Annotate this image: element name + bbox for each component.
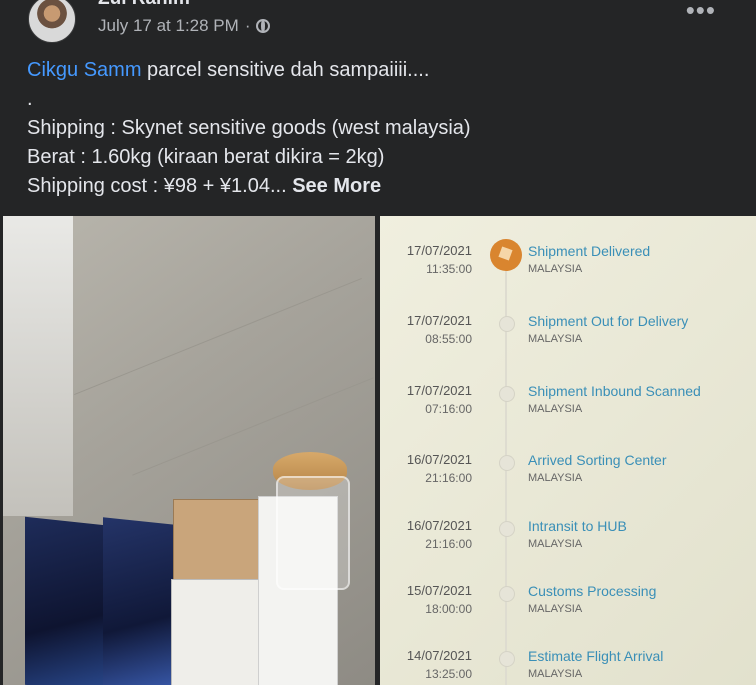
caption-text-5: Shipping cost : ¥98 + ¥1.04... — [27, 175, 287, 197]
caption-line-5: Shipping cost : ¥98 + ¥1.04... See More — [27, 172, 471, 201]
mention-link[interactable]: Cikgu Samm — [27, 59, 141, 81]
event-country: MALAYSIA — [528, 668, 583, 680]
event-date: 16/07/2021 — [406, 518, 472, 533]
event-status: Shipment Delivered — [528, 243, 651, 259]
event-status: Intransit to HUB — [528, 518, 627, 534]
event-country: MALAYSIA — [528, 403, 583, 415]
event-date: 16/07/2021 — [406, 452, 472, 467]
event-country: MALAYSIA — [528, 263, 583, 275]
event-status: Customs Processing — [528, 583, 657, 599]
caption-line-2: . — [27, 88, 33, 110]
parcel-boxes-photo[interactable] — [3, 216, 375, 685]
event-country: MALAYSIA — [528, 603, 583, 615]
event-date: 17/07/2021 — [406, 313, 472, 328]
black-box — [103, 517, 175, 685]
floor-line — [74, 277, 362, 396]
event-time: 11:35:00 — [426, 262, 472, 276]
tracking-event: 16/07/2021 21:16:00 Intransit to HUB MALAYS… — [380, 518, 756, 578]
delivered-icon — [490, 239, 522, 271]
more-options-button[interactable]: ••• — [686, 0, 716, 23]
event-time: 07:16:00 — [425, 402, 472, 416]
tracking-event: 17/07/2021 08:55:00 Shipment Out for Deliv… — [380, 313, 756, 373]
tracking-event: 15/07/2021 18:00:00 Customs Processing MALA… — [380, 583, 756, 643]
timeline-dot-icon — [499, 455, 515, 471]
post-meta: July 17 at 1:28 PM · — [98, 16, 271, 36]
window-light — [3, 216, 73, 516]
timeline-dot-icon — [499, 521, 515, 537]
event-date: 14/07/2021 — [406, 648, 472, 663]
event-status: Shipment Out for Delivery — [528, 313, 689, 329]
see-more-link[interactable]: See More — [292, 175, 381, 197]
event-time: 08:55:00 — [425, 332, 472, 346]
author-name[interactable]: Zul Rahim — [98, 0, 190, 10]
timeline-dot-icon — [499, 651, 515, 667]
timeline-dot-icon — [499, 386, 515, 402]
tracking-timeline-photo[interactable]: 17/07/2021 11:35:00 Shipment Delivered MALA… — [380, 216, 756, 685]
event-country: MALAYSIA — [528, 333, 583, 345]
white-box — [171, 579, 265, 685]
event-status: Shipment Inbound Scanned — [528, 383, 701, 399]
event-time: 18:00:00 — [425, 602, 472, 616]
event-status: Estimate Flight Arrival — [528, 648, 664, 664]
caption-text: parcel sensitive dah sampaiiii.... — [141, 59, 430, 81]
event-date: 17/07/2021 — [406, 383, 472, 398]
post-timestamp[interactable]: July 17 at 1:28 PM — [98, 16, 239, 36]
event-status: Arrived Sorting Center — [528, 452, 667, 468]
event-country: MALAYSIA — [528, 472, 583, 484]
event-country: MALAYSIA — [528, 538, 583, 550]
meta-separator: · — [244, 16, 251, 35]
tracking-event: 16/07/2021 21:16:00 Arrived Sorting Center… — [380, 452, 756, 512]
post-caption: Cikgu Samm parcel sensitive dah sampaiii… — [27, 56, 471, 201]
event-date: 15/07/2021 — [406, 583, 472, 598]
timeline-dot-icon — [499, 316, 515, 332]
event-time: 13:25:00 — [425, 667, 472, 681]
tracking-event: 17/07/2021 07:16:00 Shipment Inbound Scann… — [380, 383, 756, 443]
caption-line-4: Berat : 1.60kg (kiraan berat dikira = 2k… — [27, 146, 385, 168]
kraft-box — [173, 499, 263, 586]
timeline-dot-icon — [499, 586, 515, 602]
black-box — [25, 516, 105, 685]
post-header: Zul Rahim July 17 at 1:28 PM · ••• — [0, 0, 756, 52]
glass-jar — [276, 476, 350, 590]
tracking-event: 17/07/2021 11:35:00 Shipment Delivered MALA… — [380, 239, 756, 303]
tracking-event: 14/07/2021 13:25:00 Estimate Flight Arriva… — [380, 648, 756, 685]
caption-line-3: Shipping : Skynet sensitive goods (west … — [27, 117, 471, 139]
author-avatar[interactable] — [28, 0, 76, 43]
caption-line-1: Cikgu Samm parcel sensitive dah sampaiii… — [27, 56, 471, 85]
event-time: 21:16:00 — [425, 471, 472, 485]
public-globe-icon[interactable] — [256, 19, 271, 33]
event-date: 17/07/2021 — [406, 243, 472, 258]
event-time: 21:16:00 — [425, 537, 472, 551]
